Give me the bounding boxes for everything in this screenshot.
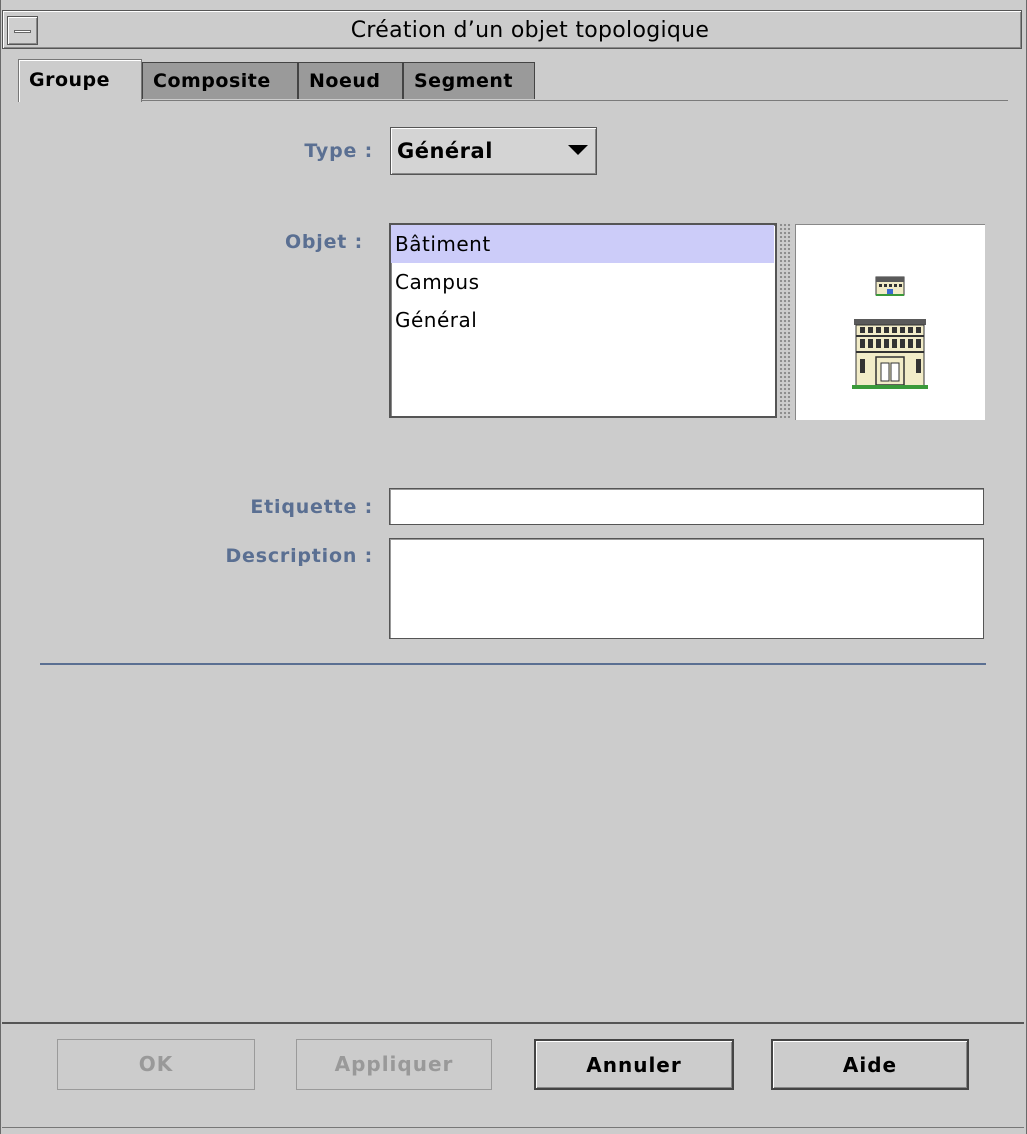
apply-button[interactable]: Appliquer bbox=[296, 1039, 492, 1090]
window-menu-button[interactable] bbox=[7, 16, 38, 45]
window-bottom-edge bbox=[2, 1127, 1024, 1128]
help-button[interactable]: Aide bbox=[771, 1039, 969, 1090]
list-item[interactable]: Général bbox=[391, 301, 774, 339]
object-preview bbox=[795, 224, 985, 420]
window-menu-icon bbox=[14, 30, 31, 33]
tab-composite[interactable]: Composite bbox=[142, 62, 298, 99]
list-item[interactable]: Bâtiment bbox=[391, 225, 774, 263]
tab-segment[interactable]: Segment bbox=[403, 62, 535, 99]
chevron-down-icon[interactable] bbox=[568, 145, 588, 155]
splitter-handle[interactable] bbox=[779, 223, 792, 418]
description-label: Description : bbox=[225, 545, 373, 567]
separator bbox=[40, 663, 986, 665]
ok-button[interactable]: OK bbox=[57, 1039, 255, 1090]
type-label: Type : bbox=[304, 140, 373, 162]
type-dropdown-value: Général bbox=[397, 139, 493, 163]
label-input[interactable] bbox=[389, 488, 984, 525]
building-icon bbox=[852, 276, 928, 389]
description-textarea[interactable] bbox=[389, 538, 984, 639]
footer-divider bbox=[2, 1022, 1024, 1024]
object-label: Objet : bbox=[284, 231, 363, 253]
tab-noeud[interactable]: Noeud bbox=[298, 62, 403, 99]
label-field-label: Etiquette : bbox=[250, 496, 373, 518]
cancel-button[interactable]: Annuler bbox=[534, 1039, 734, 1090]
list-item[interactable]: Campus bbox=[391, 263, 774, 301]
tab-groupe[interactable]: Groupe bbox=[18, 59, 142, 102]
window-title: Création d’un objet topologique bbox=[350, 18, 710, 43]
